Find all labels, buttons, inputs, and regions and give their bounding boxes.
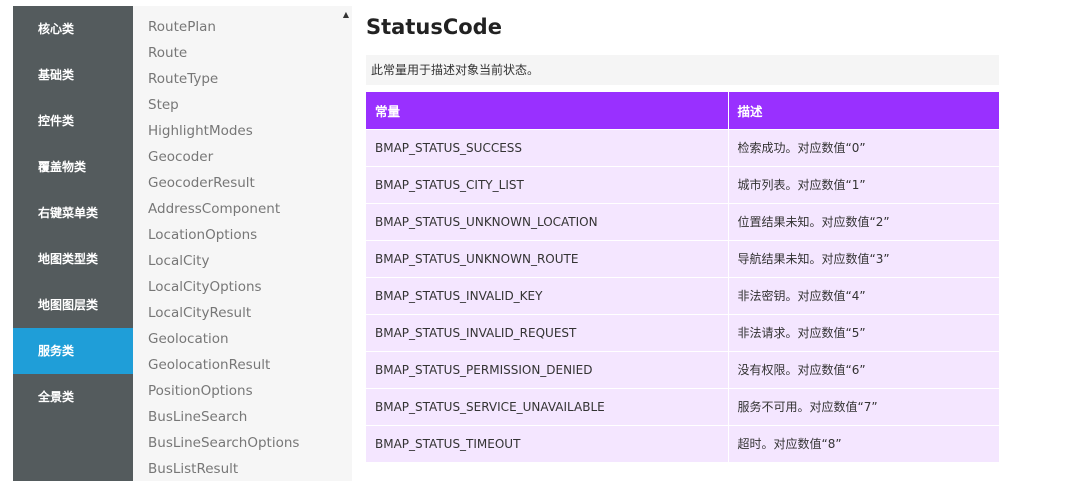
column-header-constant: 常量 [366,92,728,129]
table-row: BMAP_STATUS_PERMISSION_DENIED 没有权限。对应数值“6… [366,350,999,388]
category-item[interactable]: 地图类型类 [13,236,133,282]
class-list-item[interactable]: LocalCityOptions [133,274,352,300]
table-body: BMAP_STATUS_SUCCESS 检索成功。对应数值“0” BMAP_STAT… [366,128,999,462]
class-list-item[interactable]: BusListResult [133,456,352,481]
category-item[interactable]: 右键菜单类 [13,190,133,236]
class-list-item[interactable]: Geolocation [133,326,352,352]
class-list-item[interactable]: AddressComponent [133,196,352,222]
constant-cell: BMAP_STATUS_INVALID_REQUEST [366,313,728,351]
class-list-item[interactable]: LocalCityResult [133,300,352,326]
class-list-item[interactable]: Geocoder [133,144,352,170]
category-item[interactable]: 全景类 [13,374,133,420]
description-cell: 导航结果未知。对应数值“3” [727,239,999,277]
table-header-row: 常量 描述 [366,92,999,129]
class-list-item[interactable]: BusLineSearch [133,404,352,430]
category-nav: 核心类 基础类 控件类 覆盖物类 右键菜单类 地图类型类 地图图层类 服务类 全景类 [13,6,133,481]
description: 此常量用于描述对象当前状态。 [366,55,999,85]
page-title: StatusCode [366,15,502,39]
class-list-item[interactable]: PositionOptions [133,378,352,404]
class-list: RoutePlan Route RouteType Step HighlightMode… [133,6,352,481]
class-list-item[interactable]: RouteType [133,66,352,92]
category-item[interactable]: 基础类 [13,52,133,98]
category-item[interactable]: 核心类 [13,6,133,52]
class-list-panel: ▲ RoutePlan Route RouteType Step HighlightMo… [133,6,352,481]
constant-cell: BMAP_STATUS_PERMISSION_DENIED [366,350,728,388]
description-cell: 超时。对应数值“8” [727,424,999,462]
category-item[interactable]: 控件类 [13,98,133,144]
description-cell: 非法请求。对应数值“5” [727,313,999,351]
table-row: BMAP_STATUS_INVALID_KEY 非法密钥。对应数值“4” [366,276,999,314]
class-list-item[interactable]: GeocoderResult [133,170,352,196]
class-list-item[interactable]: LocationOptions [133,222,352,248]
table-row: BMAP_STATUS_INVALID_REQUEST 非法请求。对应数值“5” [366,313,999,351]
class-list-item[interactable]: RoutePlan [133,14,352,40]
constant-cell: BMAP_STATUS_UNKNOWN_ROUTE [366,239,728,277]
description-cell: 没有权限。对应数值“6” [727,350,999,388]
class-list-item[interactable]: Step [133,92,352,118]
class-list-item[interactable]: BusLineSearchOptions [133,430,352,456]
table-row: BMAP_STATUS_TIMEOUT 超时。对应数值“8” [366,424,999,462]
category-item[interactable]: 地图图层类 [13,282,133,328]
constant-cell: BMAP_STATUS_SERVICE_UNAVAILABLE [366,387,728,425]
constant-cell: BMAP_STATUS_TIMEOUT [366,424,728,462]
class-list-item[interactable]: GeolocationResult [133,352,352,378]
category-item[interactable]: 覆盖物类 [13,144,133,190]
constants-table: 常量 描述 BMAP_STATUS_SUCCESS 检索成功。对应数值“0” BMA… [366,92,999,462]
table-row: BMAP_STATUS_CITY_LIST 城市列表。对应数值“1” [366,165,999,203]
description-cell: 位置结果未知。对应数值“2” [727,202,999,240]
table-row: BMAP_STATUS_UNKNOWN_ROUTE 导航结果未知。对应数值“3” [366,239,999,277]
description-cell: 服务不可用。对应数值“7” [727,387,999,425]
constant-cell: BMAP_STATUS_INVALID_KEY [366,276,728,314]
constant-cell: BMAP_STATUS_SUCCESS [366,128,728,166]
description-cell: 城市列表。对应数值“1” [727,165,999,203]
api-doc-page: 核心类 基础类 控件类 覆盖物类 右键菜单类 地图类型类 地图图层类 服务类 全景类 ▲ Rou… [0,0,1086,481]
description-cell: 检索成功。对应数值“0” [727,128,999,166]
description-cell: 非法密钥。对应数值“4” [727,276,999,314]
constant-cell: BMAP_STATUS_CITY_LIST [366,165,728,203]
column-header-description: 描述 [727,92,999,129]
class-list-item[interactable]: LocalCity [133,248,352,274]
category-item[interactable]: 服务类 [13,328,133,374]
constant-cell: BMAP_STATUS_UNKNOWN_LOCATION [366,202,728,240]
table-row: BMAP_STATUS_UNKNOWN_LOCATION 位置结果未知。对应数值“… [366,202,999,240]
class-list-item[interactable]: HighlightModes [133,118,352,144]
scroll-up-icon[interactable]: ▲ [343,10,349,19]
table-row: BMAP_STATUS_SERVICE_UNAVAILABLE 服务不可用。对应数… [366,387,999,425]
class-list-item[interactable]: Route [133,40,352,66]
table-row: BMAP_STATUS_SUCCESS 检索成功。对应数值“0” [366,128,999,166]
